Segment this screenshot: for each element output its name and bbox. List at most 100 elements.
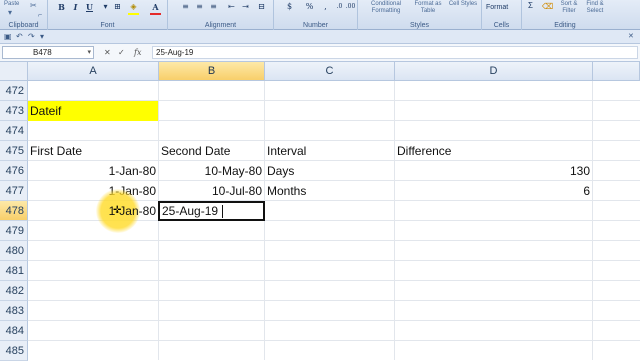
undo-icon[interactable]: ↶ — [16, 32, 23, 42]
comma-button[interactable]: , — [320, 2, 331, 12]
increase-decimal-icon[interactable]: .0 — [334, 2, 345, 12]
gridline-h — [28, 340, 640, 341]
styles-group-label: Styles — [409, 22, 430, 29]
column-header-d[interactable]: D — [395, 62, 593, 81]
cell-a473[interactable]: Dateif — [28, 101, 158, 121]
spreadsheet-grid[interactable]: A B C D 472 473 474 475 476 477 478 479 … — [0, 62, 640, 361]
row-header[interactable]: 480 — [0, 241, 28, 261]
row-header-active[interactable]: 478 — [0, 201, 28, 221]
merge-center-icon[interactable]: ⊟ — [256, 2, 267, 12]
decrease-indent-icon[interactable]: ⇤ — [226, 2, 237, 12]
row-header[interactable]: 475 — [0, 141, 28, 161]
italic-button[interactable]: I — [70, 2, 81, 12]
gridline-h — [28, 280, 640, 281]
underline-dropdown-icon[interactable]: ▾ — [100, 2, 111, 12]
font-group-label: Font — [100, 22, 115, 29]
column-header-a[interactable]: A — [28, 62, 159, 81]
row-header[interactable]: 476 — [0, 161, 28, 181]
paste-button[interactable]: Paste — [4, 1, 19, 8]
number-group: $ % , .0 .00 Number — [274, 0, 358, 30]
align-left-icon[interactable]: ≡ — [180, 2, 191, 12]
borders-icon[interactable]: ⊞ — [112, 2, 123, 12]
redo-icon[interactable]: ↷ — [28, 32, 35, 42]
decrease-decimal-icon[interactable]: .00 — [345, 2, 356, 12]
currency-button[interactable]: $ — [284, 2, 295, 12]
autosum-icon[interactable]: Σ — [528, 2, 533, 10]
cell-a477[interactable]: 1-Jan-80 — [28, 181, 158, 201]
sort-filter-button[interactable]: Sort & Filter — [556, 1, 582, 15]
find-select-button[interactable]: Find & Select — [582, 1, 608, 15]
underline-button[interactable]: U — [84, 2, 95, 12]
conditional-formatting-button[interactable]: Conditional Formatting — [366, 1, 406, 15]
row-header[interactable]: 474 — [0, 121, 28, 141]
clear-icon[interactable]: ⌫ — [542, 3, 553, 11]
insert-function-icon[interactable]: fx — [134, 47, 141, 58]
row-header[interactable]: 473 — [0, 101, 28, 121]
paste-dropdown-icon[interactable]: ▾ — [8, 9, 12, 17]
cell-b475[interactable]: Second Date — [159, 141, 264, 161]
gridline-h — [28, 320, 640, 321]
cell-c476[interactable]: Days — [265, 161, 394, 181]
row-header[interactable]: 481 — [0, 261, 28, 281]
alignment-group-label: Alignment — [204, 22, 237, 29]
ribbon-options-icon[interactable]: ✕ — [628, 32, 634, 42]
save-icon[interactable]: ▣ — [4, 32, 12, 42]
cell-d477[interactable]: 6 — [395, 181, 592, 201]
cell-d476[interactable]: 130 — [395, 161, 592, 181]
column-header-c[interactable]: C — [265, 62, 395, 81]
gridline-h — [28, 260, 640, 261]
cell-b477[interactable]: 10-Jul-80 — [159, 181, 264, 201]
row-header[interactable]: 484 — [0, 321, 28, 341]
align-right-icon[interactable]: ≡ — [208, 2, 219, 12]
format-button[interactable]: Format — [486, 4, 508, 11]
font-color-bar — [150, 13, 161, 15]
styles-group: Conditional Formatting Format as Table C… — [358, 0, 482, 30]
formula-input[interactable]: 25-Aug-19 — [152, 46, 638, 59]
editing-group-label: Editing — [554, 22, 576, 29]
name-box[interactable]: B478 ▾ — [2, 46, 94, 59]
font-group: B I U ▾ ⊞ ◈ A Font — [48, 0, 168, 30]
cell-b478-value: 25-Aug-19 — [162, 204, 219, 218]
row-header[interactable]: 485 — [0, 341, 28, 361]
cell-c475[interactable]: Interval — [265, 141, 394, 161]
row-header[interactable]: 479 — [0, 221, 28, 241]
quick-access-toolbar: ▣ ↶ ↷ ▾ ✕ — [0, 30, 640, 44]
cell-b478-active[interactable]: 25-Aug-19 — [158, 201, 265, 221]
cells-group: Format Cells — [482, 0, 522, 30]
text-cursor — [222, 205, 223, 218]
number-group-label: Number — [303, 22, 328, 29]
mouse-pointer-icon: ✛ — [113, 205, 122, 216]
name-box-dropdown-icon[interactable]: ▾ — [87, 47, 91, 58]
bold-button[interactable]: B — [56, 2, 67, 12]
column-header-e[interactable] — [593, 62, 640, 81]
alignment-group: ≡ ≡ ≡ ⇤ ⇥ ⊟ Alignment — [168, 0, 274, 30]
fill-color-bar — [128, 13, 139, 15]
cell-styles-button[interactable]: Cell Styles — [448, 1, 478, 8]
row-header[interactable]: 472 — [0, 81, 28, 101]
cancel-icon[interactable]: ✕ — [104, 47, 111, 58]
cell-b476[interactable]: 10-May-80 — [159, 161, 264, 181]
row-header[interactable]: 483 — [0, 301, 28, 321]
cell-c477[interactable]: Months — [265, 181, 394, 201]
cell-d475[interactable]: Difference — [395, 141, 592, 161]
format-as-table-button[interactable]: Format as Table — [410, 1, 446, 15]
editing-group: Σ ⌫ Sort & Filter Find & Select Editing — [522, 0, 608, 30]
fill-color-icon[interactable]: ◈ — [128, 2, 139, 12]
cell-a475[interactable]: First Date — [28, 141, 158, 161]
cut-icon[interactable]: ✂ — [30, 2, 37, 10]
format-painter-icon[interactable]: ⌐ — [38, 12, 42, 19]
row-header[interactable]: 482 — [0, 281, 28, 301]
align-center-icon[interactable]: ≡ — [194, 2, 205, 12]
row-header[interactable]: 477 — [0, 181, 28, 201]
clipboard-group: Paste ▾ ✂ ⌐ Clipboard — [0, 0, 48, 30]
clipboard-group-label: Clipboard — [8, 22, 39, 29]
font-color-button[interactable]: A — [150, 2, 161, 12]
increase-indent-icon[interactable]: ⇥ — [240, 2, 251, 12]
enter-icon[interactable]: ✓ — [118, 47, 125, 58]
cell-a478[interactable]: 1-Jan-80 — [28, 201, 158, 221]
column-header-b[interactable]: B — [159, 62, 265, 81]
cell-a476[interactable]: 1-Jan-80 — [28, 161, 158, 181]
customize-qat-icon[interactable]: ▾ — [40, 32, 44, 42]
percent-button[interactable]: % — [304, 2, 315, 12]
select-all-corner[interactable] — [0, 62, 28, 81]
